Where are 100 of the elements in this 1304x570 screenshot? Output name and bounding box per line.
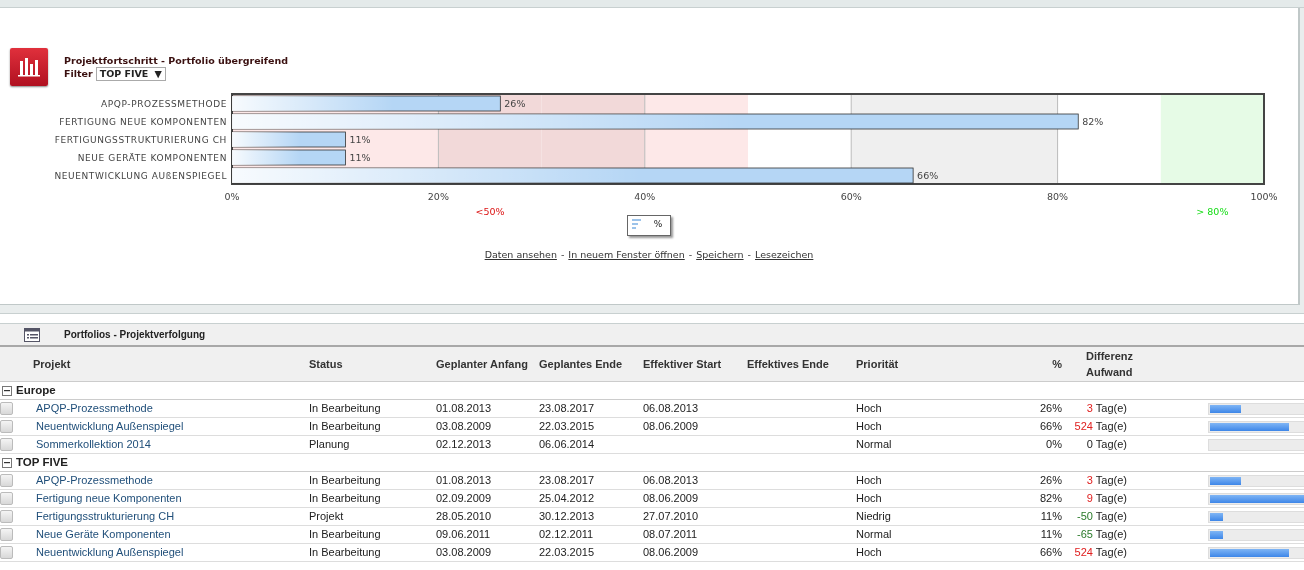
- table-cell: Hoch: [856, 420, 882, 433]
- column-header: %: [1052, 357, 1062, 370]
- table-cell: 25.04.2012: [539, 492, 595, 505]
- row-select-button[interactable]: [0, 492, 13, 505]
- group-label: Europe: [16, 382, 56, 398]
- project-link[interactable]: Sommerkollektion 2014: [33, 438, 151, 451]
- table-cell: In Bearbeitung: [309, 474, 381, 487]
- project-link[interactable]: Fertigung neue Komponenten: [33, 492, 182, 505]
- table-cell: Normal: [856, 528, 892, 541]
- project-link[interactable]: Neue Geräte Komponenten: [33, 528, 171, 541]
- table-cell: 03.08.2009: [436, 546, 492, 559]
- data-label: 66%: [917, 169, 939, 181]
- table-cell: Hoch: [856, 474, 882, 487]
- project-link[interactable]: Neuentwicklung Außenspiegel: [33, 420, 184, 433]
- axis-tick-label: 80%: [1047, 191, 1069, 202]
- threshold-label: > 80%: [1196, 206, 1229, 217]
- table-cell: Projekt: [309, 510, 344, 523]
- row-select-button[interactable]: [0, 402, 13, 415]
- row-select-button[interactable]: [0, 510, 13, 523]
- action-link[interactable]: In neuem Fenster öffnen: [568, 248, 685, 260]
- table-cell: 22.03.2015: [539, 546, 595, 559]
- link-separator: -: [747, 248, 751, 260]
- project-link[interactable]: Neuentwicklung Außenspiegel: [33, 546, 184, 559]
- table-cell: Hoch: [856, 546, 882, 559]
- table-cell: 08.06.2009: [643, 492, 699, 505]
- table-cell: 66%: [1039, 546, 1062, 559]
- list-icon: [24, 327, 40, 342]
- table-cell: Normal: [856, 438, 892, 451]
- table-cell: 0 Tag(e): [1086, 438, 1127, 451]
- table-cell: 28.05.2010: [436, 510, 492, 523]
- group-label: TOP FIVE: [16, 454, 68, 470]
- project-link[interactable]: APQP-Prozessmethode: [33, 474, 153, 487]
- axis-tick-label: 20%: [427, 191, 449, 202]
- row-select-button[interactable]: [0, 528, 13, 541]
- category-label: FERTIGUNG NEUE KOMPONENTEN: [59, 116, 227, 127]
- data-label: 26%: [504, 97, 526, 109]
- column-header: Effektives Ende: [747, 357, 829, 370]
- column-header: Geplanter Anfang: [436, 357, 528, 370]
- collapse-icon[interactable]: [2, 457, 12, 468]
- project-link[interactable]: APQP-Prozessmethode: [33, 402, 153, 415]
- category-label: NEUENTWICKLUNG AUßENSPIEGEL: [54, 170, 227, 181]
- table-cell: 22.03.2015: [539, 420, 595, 433]
- table-title: Portfolios - Projektverfolgung: [64, 328, 206, 342]
- table-cell: Niedrig: [856, 510, 891, 523]
- filter-dropdown[interactable]: TOP FIVE ▼: [95, 67, 166, 81]
- project-link[interactable]: Fertigungsstrukturierung CH: [33, 510, 175, 523]
- table-cell: Planung: [309, 438, 350, 451]
- link-separator: -: [560, 248, 565, 260]
- table-cell: 27.07.2010: [643, 510, 699, 523]
- column-header: Priorität: [856, 357, 899, 370]
- table-cell: 02.12.2011: [539, 528, 594, 541]
- action-link[interactable]: Speichern: [696, 248, 744, 260]
- data-label: 11%: [349, 133, 371, 145]
- table-cell: 3 Tag(e): [1086, 474, 1127, 487]
- table-cell: 01.08.2013: [436, 474, 492, 487]
- table-cell: In Bearbeitung: [309, 402, 381, 415]
- table-cell: 02.09.2009: [436, 492, 492, 505]
- table-cell: 02.12.2013: [436, 438, 492, 451]
- table-cell: 06.06.2014: [539, 438, 595, 451]
- table-cell: 26%: [1039, 402, 1062, 415]
- table-cell: 08.07.2011: [643, 528, 698, 541]
- link-separator: -: [688, 248, 693, 260]
- table-cell: 524 Tag(e): [1074, 420, 1127, 433]
- axis-tick-label: 40%: [634, 191, 656, 202]
- table-cell: 06.08.2013: [643, 474, 699, 487]
- table-cell: -50 Tag(e): [1077, 510, 1127, 523]
- table-cell: Hoch: [856, 492, 882, 505]
- table-cell: In Bearbeitung: [309, 492, 381, 505]
- action-link[interactable]: Daten ansehen: [484, 248, 557, 260]
- category-label: APQP-PROZESSMETHODE: [101, 98, 227, 109]
- row-select-button[interactable]: [0, 438, 13, 451]
- table-cell: 82%: [1039, 492, 1062, 505]
- table-cell: 0%: [1046, 438, 1062, 451]
- column-header: Effektiver Start: [643, 357, 722, 370]
- table-cell: 3 Tag(e): [1086, 402, 1127, 415]
- category-label: FERTIGUNGSSTRUKTURIERUNG CH: [54, 134, 227, 145]
- table-cell: 11%: [1040, 510, 1062, 523]
- table-cell: -65 Tag(e): [1077, 528, 1127, 541]
- axis-tick-label: 60%: [840, 191, 862, 202]
- row-select-button[interactable]: [0, 474, 13, 487]
- legend-bars-icon: [631, 219, 642, 231]
- column-header: Status: [309, 357, 343, 370]
- table-cell: 524 Tag(e): [1074, 546, 1127, 559]
- threshold-label: <50%: [475, 206, 505, 217]
- chart-icon: [10, 48, 48, 86]
- table-cell: 03.08.2009: [436, 420, 492, 433]
- table-cell: Hoch: [856, 402, 882, 415]
- table-cell: 09.06.2011: [436, 528, 491, 541]
- table-cell: In Bearbeitung: [309, 546, 381, 559]
- row-select-button[interactable]: [0, 546, 13, 559]
- table-cell: 66%: [1039, 420, 1062, 433]
- table-cell: In Bearbeitung: [309, 420, 381, 433]
- row-select-button[interactable]: [0, 420, 13, 433]
- table-cell: 30.12.2013: [539, 510, 595, 523]
- column-header: Geplantes Ende: [539, 357, 623, 370]
- action-link[interactable]: Lesezeichen: [755, 248, 814, 260]
- filter-label: Filter: [64, 68, 93, 79]
- collapse-icon[interactable]: [2, 385, 12, 396]
- column-header: Projekt: [33, 357, 71, 370]
- column-header: Differenz Aufwand: [1086, 349, 1134, 378]
